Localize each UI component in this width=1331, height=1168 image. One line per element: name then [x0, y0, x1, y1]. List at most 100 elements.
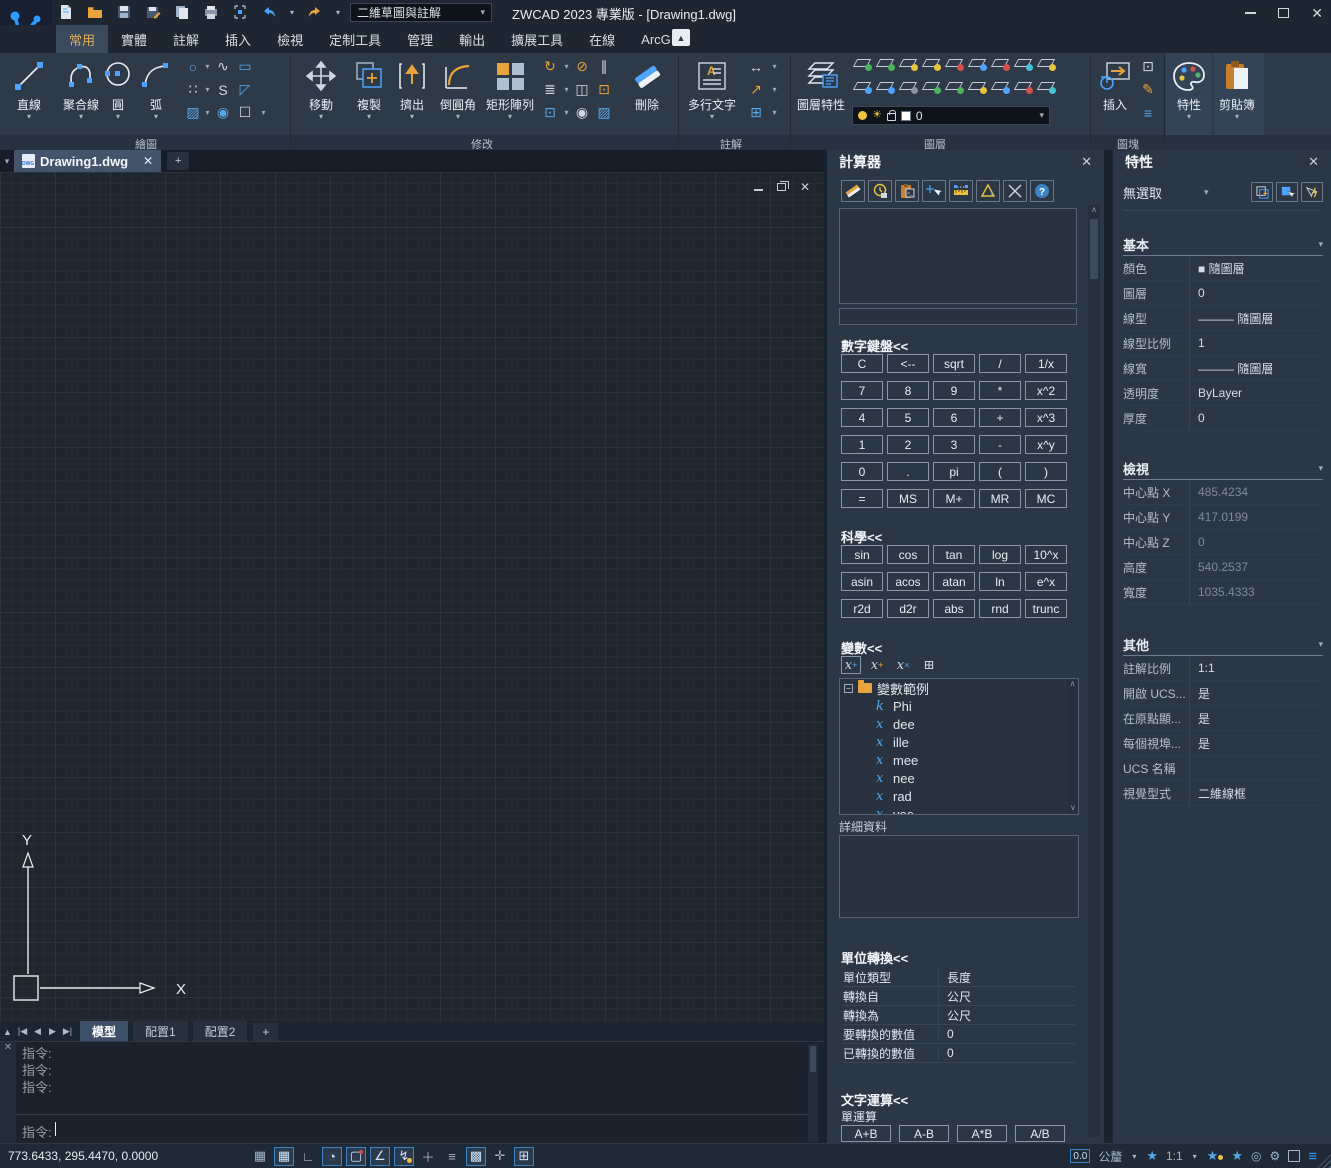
scientific-key[interactable]: 10^x — [1025, 545, 1067, 564]
hatch-icon[interactable]: ▨ — [183, 103, 203, 123]
erase-button[interactable]: 刪除 — [626, 57, 668, 113]
property-row[interactable]: 中心點 Z 0 — [1123, 530, 1323, 555]
chevron-down-icon[interactable]: ▾ — [770, 85, 779, 94]
quick-select-icon[interactable] — [1251, 182, 1273, 202]
drawing-canvas[interactable]: ✕ Y X — [0, 172, 824, 1022]
numpad-key[interactable]: = — [841, 489, 883, 508]
layer-thaw-icon[interactable] — [921, 56, 943, 71]
numpad-key[interactable]: 4 — [841, 408, 883, 427]
numpad-key[interactable]: 0 — [841, 462, 883, 481]
property-row[interactable]: 在原點顯... 是 — [1123, 706, 1323, 731]
numpad-key[interactable]: 9 — [933, 381, 975, 400]
print-icon[interactable] — [201, 2, 221, 22]
ribbon-tab-solid[interactable]: 實體 — [108, 25, 160, 53]
mtext-button[interactable]: A 多行文字 ▾ — [686, 57, 738, 120]
workspace-selector[interactable]: 二維草圖與註解 ▾ — [350, 3, 492, 22]
copy-button[interactable]: 複製 ▾ — [348, 57, 390, 120]
variables-tree[interactable]: − 變數範例 k Phi x dee x ille x mee — [839, 678, 1079, 815]
arc-button[interactable]: 弧 ▾ — [140, 57, 172, 120]
scientific-key[interactable]: rnd — [979, 599, 1021, 618]
copy-icon[interactable] — [172, 2, 192, 22]
layer-state-icon[interactable] — [967, 79, 989, 94]
lineweight-icon[interactable]: ≡ — [442, 1147, 462, 1166]
undo-dropdown-icon[interactable]: ▾ — [288, 8, 296, 17]
variable-item[interactable]: x mee — [840, 751, 1078, 769]
circle-button[interactable]: 圓 ▾ — [104, 57, 132, 120]
resize-grip[interactable] — [1317, 1154, 1331, 1168]
status-menu-icon[interactable]: ≡ — [1308, 1148, 1317, 1165]
annotation-scale-value[interactable]: 1:1 — [1166, 1149, 1183, 1163]
calculator-scrollbar[interactable]: ∧ — [1088, 205, 1100, 1137]
variable-item[interactable]: x nee — [840, 769, 1078, 787]
last-layout-icon[interactable]: ▶| — [60, 1026, 75, 1037]
numpad-key[interactable]: 7 — [841, 381, 883, 400]
new-file-icon[interactable] — [56, 2, 76, 22]
document-tab[interactable]: Drawing1.dwg ✕ — [14, 150, 161, 172]
numpad-key[interactable]: M+ — [933, 489, 975, 508]
distance-icon[interactable] — [949, 180, 973, 202]
explode-icon[interactable]: ⊡ — [594, 80, 614, 100]
layer-match-icon[interactable] — [852, 79, 874, 94]
calculator-history-box[interactable] — [839, 208, 1077, 304]
scientific-key[interactable]: d2r — [887, 599, 929, 618]
unit-value-box[interactable]: 0.0 — [1070, 1149, 1090, 1163]
calculator-grid-icon[interactable]: ⊞ — [919, 656, 939, 674]
numpad-key[interactable]: x^2 — [1025, 381, 1067, 400]
property-row[interactable]: 視覺型式 二維線框 — [1123, 781, 1323, 806]
ortho-icon[interactable]: ∟ — [298, 1147, 318, 1166]
rect-array-button[interactable]: 矩形陣列 ▾ — [482, 57, 538, 120]
property-row[interactable]: 開啟 UCS... 是 — [1123, 681, 1323, 706]
expand-up-icon[interactable]: ▲ — [0, 1027, 15, 1037]
attributes-icon[interactable]: ≡ — [1138, 103, 1158, 123]
history-icon[interactable] — [868, 180, 892, 202]
property-row[interactable]: 高度 540.2537 — [1123, 555, 1323, 580]
scientific-key[interactable]: acos — [887, 572, 929, 591]
close-icon[interactable]: ✕ — [1311, 6, 1323, 20]
stretch-button[interactable]: 擠出 ▾ — [394, 57, 430, 120]
select-objects-icon[interactable] — [1276, 182, 1298, 202]
table-icon[interactable]: ⊞ — [746, 103, 766, 123]
scientific-key[interactable]: log — [979, 545, 1021, 564]
angle-snap-icon[interactable]: ∠ — [370, 1147, 390, 1166]
property-row[interactable]: 每個視埠... 是 — [1123, 731, 1323, 756]
unit-row[interactable]: 已轉換的數值 0 — [843, 1044, 1075, 1063]
first-layout-icon[interactable]: |◀ — [15, 1026, 30, 1037]
block-editor-icon[interactable]: ✎ — [1138, 80, 1158, 100]
properties-close-icon[interactable]: ✕ — [1308, 154, 1319, 170]
numpad-key[interactable]: ) — [1025, 462, 1067, 481]
undo-icon[interactable] — [259, 2, 279, 22]
command-scrollbar[interactable] — [808, 1044, 818, 1142]
numpad-key[interactable]: 1/x — [1025, 354, 1067, 373]
scientific-key[interactable]: abs — [933, 599, 975, 618]
ribbon-tab-insert[interactable]: 插入 — [212, 25, 264, 53]
layer-vpfreeze-icon[interactable] — [990, 79, 1012, 94]
unit-row[interactable]: 轉換自 公尺 — [843, 987, 1075, 1006]
numpad-key[interactable]: 5 — [887, 408, 929, 427]
property-row[interactable]: 厚度 0 — [1123, 406, 1323, 431]
move-button[interactable]: 移動 ▾ — [300, 57, 342, 120]
ribbon-tab-online[interactable]: 在線 — [576, 25, 628, 53]
layer-bulb-icon[interactable] — [1013, 56, 1035, 71]
maximize-icon[interactable] — [1278, 8, 1289, 18]
close-document-icon[interactable]: ✕ — [143, 154, 153, 168]
layer-unlock-icon[interactable] — [990, 56, 1012, 71]
chevron-down-icon[interactable]: ▾ — [1130, 1152, 1138, 1161]
numpad-key[interactable]: pi — [933, 462, 975, 481]
ribbon-tab-output[interactable]: 輸出 — [446, 25, 498, 53]
numpad-key[interactable]: sqrt — [933, 354, 975, 373]
chevron-down-icon[interactable]: ▾ — [203, 85, 212, 94]
property-row[interactable]: 註解比例 1:1 — [1123, 656, 1323, 681]
layer-prev-icon[interactable] — [875, 79, 897, 94]
ribbon-tab-view[interactable]: 檢視 — [264, 25, 316, 53]
ribbon-tab-home[interactable]: 常用 — [56, 25, 108, 53]
variables-tree-scrollbar[interactable]: ∧∨ — [1067, 679, 1078, 814]
object-track-icon[interactable]: ↯ — [394, 1147, 414, 1166]
clear-icon[interactable] — [841, 180, 865, 202]
point-style-icon[interactable]: ✛ — [490, 1147, 510, 1166]
properties-palette-button[interactable]: 特性 ▾ — [1168, 57, 1210, 120]
chevron-down-icon[interactable]: ▾ — [1204, 187, 1209, 198]
save-icon[interactable] — [114, 2, 134, 22]
layer-eye-icon[interactable] — [1036, 79, 1058, 94]
numpad-key[interactable]: 8 — [887, 381, 929, 400]
numpad-key[interactable]: x^y — [1025, 435, 1067, 454]
